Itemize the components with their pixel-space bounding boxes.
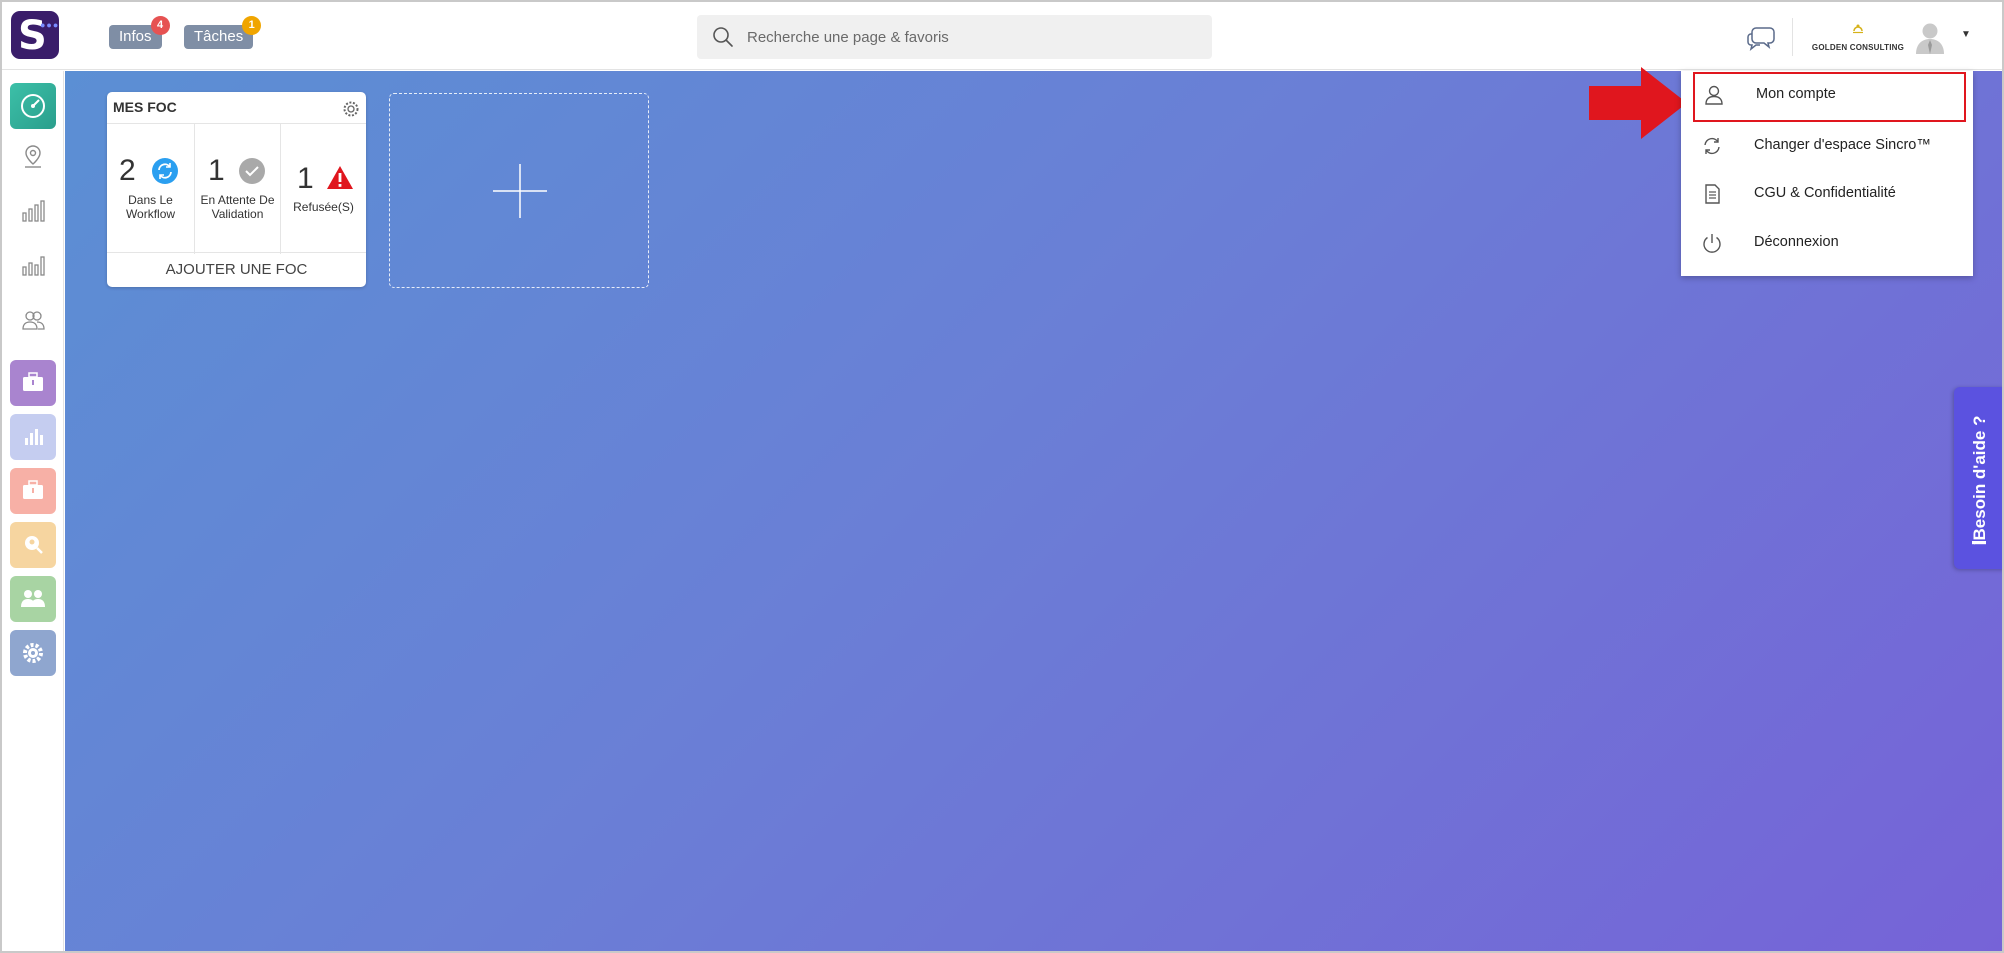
taches-label: Tâches xyxy=(194,28,244,45)
mes-foc-widget: MES FOC 2 Dans Le Workflow 1 En Attente … xyxy=(107,92,366,287)
plus-icon xyxy=(493,164,547,218)
menu-item-deconnexion[interactable]: Déconnexion xyxy=(1681,220,1973,266)
menu-item-label: Déconnexion xyxy=(1754,234,1839,250)
search-bar xyxy=(697,15,1212,59)
sidebar-location-icon[interactable] xyxy=(20,143,46,169)
stat-workflow[interactable]: 2 Dans Le Workflow xyxy=(107,124,194,254)
company-switcher[interactable]: GOLDEN CONSULTING xyxy=(1810,22,1906,52)
menu-item-cgu[interactable]: CGU & Confidentialité xyxy=(1681,171,1973,217)
stat-refused-label: Refusée(S) xyxy=(293,200,354,214)
stat-validation-label-1: En Attente De xyxy=(200,193,275,207)
stat-workflow-value: 2 xyxy=(119,154,136,187)
menu-item-label: Changer d'espace Sincro™ xyxy=(1754,137,1931,153)
sidebar-missions-button[interactable] xyxy=(10,468,56,514)
briefcase-icon xyxy=(23,480,43,499)
sidebar-dashboard-button[interactable] xyxy=(10,83,56,129)
sidebar-reports-icon[interactable] xyxy=(20,252,46,278)
user-menu-caret-icon[interactable]: ▼ xyxy=(1961,29,1971,40)
app-window: S ●●● Infos 4 Tâches 1 Recherche une pag… xyxy=(0,0,2004,953)
sidebar-settings-button[interactable] xyxy=(10,630,56,676)
widget-stats: 2 Dans Le Workflow 1 En Attente De Valid… xyxy=(107,123,366,254)
sidebar xyxy=(2,71,64,951)
gear-icon xyxy=(23,643,43,663)
pending-check-icon xyxy=(239,158,265,184)
user-icon xyxy=(1705,85,1723,105)
stat-validation-label-2: Validation xyxy=(211,207,264,221)
widget-title: MES FOC xyxy=(113,99,177,115)
sincro-logo[interactable]: S ●●● xyxy=(11,11,59,59)
company-name: GOLDEN CONSULTING xyxy=(1811,43,1905,52)
sidebar-stats-icon[interactable] xyxy=(20,198,46,224)
stat-refused[interactable]: 1 Refusée(S) xyxy=(280,124,366,254)
info-icon xyxy=(1972,541,1986,545)
workflow-sync-icon xyxy=(152,158,178,184)
search-icon xyxy=(713,27,733,47)
add-foc-button[interactable]: AJOUTER UNE FOC xyxy=(107,253,366,287)
menu-item-label: CGU & Confidentialité xyxy=(1754,185,1896,201)
menu-item-mon-compte[interactable]: Mon compte xyxy=(1693,72,1966,122)
stat-validation-value: 1 xyxy=(208,154,225,187)
power-icon xyxy=(1703,234,1721,253)
warning-triangle-icon xyxy=(327,166,353,189)
widget-settings-gear-icon[interactable] xyxy=(341,99,361,119)
sidebar-team-button[interactable] xyxy=(10,576,56,622)
sidebar-analytics-button[interactable] xyxy=(10,414,56,460)
add-widget-placeholder[interactable] xyxy=(389,93,649,288)
refresh-icon xyxy=(1704,137,1720,155)
top-header: S ●●● Infos 4 Tâches 1 Recherche une pag… xyxy=(2,2,2002,70)
briefcase-icon xyxy=(23,372,43,391)
dashboard-gauge-icon xyxy=(21,94,45,118)
logo-dots-icon: ●●● xyxy=(40,20,60,30)
sidebar-users-icon[interactable] xyxy=(20,307,46,333)
stat-workflow-label-1: Dans Le xyxy=(128,193,173,207)
team-icon xyxy=(21,590,45,607)
stat-validation[interactable]: 1 En Attente De Validation xyxy=(194,124,280,254)
header-divider xyxy=(1792,18,1793,56)
sidebar-briefcase-button[interactable] xyxy=(10,360,56,406)
help-tab-label: Besoin d'aide ? xyxy=(1970,415,1989,541)
search-input[interactable] xyxy=(747,15,1197,59)
company-logo-icon xyxy=(1853,24,1863,34)
user-search-icon xyxy=(25,536,43,554)
help-tab[interactable]: Besoin d'aide ? xyxy=(1954,387,2002,569)
sidebar-search-user-button[interactable] xyxy=(10,522,56,568)
user-avatar[interactable] xyxy=(1914,20,1946,54)
infos-label: Infos xyxy=(119,28,152,45)
infos-button[interactable]: Infos 4 xyxy=(109,16,170,49)
taches-count-badge: 1 xyxy=(242,16,262,35)
user-dropdown-menu: Mon compte Changer d'espace Sincro™ CGU … xyxy=(1681,71,1973,276)
menu-item-label: Mon compte xyxy=(1756,86,1836,102)
menu-item-changer-espace[interactable]: Changer d'espace Sincro™ xyxy=(1681,123,1973,169)
bar-chart-icon xyxy=(25,429,43,445)
stat-refused-value: 1 xyxy=(297,162,314,195)
chat-bubbles-icon[interactable] xyxy=(1746,24,1776,52)
stat-workflow-label-2: Workflow xyxy=(125,207,176,221)
document-icon xyxy=(1705,184,1720,204)
infos-count-badge: 4 xyxy=(150,16,170,35)
red-pointer-arrow-icon xyxy=(1589,67,1687,139)
taches-button[interactable]: Tâches 1 xyxy=(184,16,262,49)
